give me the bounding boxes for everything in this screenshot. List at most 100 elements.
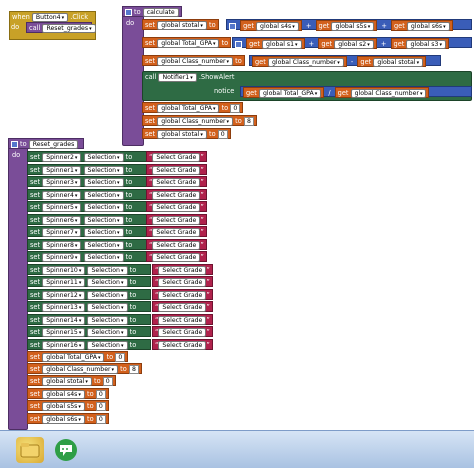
spinner-dropdown[interactable]: Spinner4▾ <box>42 190 82 200</box>
spinner-dropdown[interactable]: Spinner2▾ <box>42 153 82 162</box>
number-field[interactable]: 0 <box>217 130 228 139</box>
procedure-reset-grades[interactable] <box>8 138 28 430</box>
procedure-calculate[interactable] <box>122 6 144 146</box>
number-field[interactable]: 0 <box>115 353 126 362</box>
set-stotal-block[interactable]: set global stotal▾ to 0 <box>142 128 231 139</box>
property-dropdown[interactable]: Selection▾ <box>83 203 124 212</box>
text-field[interactable]: Select Grade <box>158 265 207 275</box>
set-spinner-selection-block[interactable]: set Spinner16▾ Selection▾ to <box>27 338 151 350</box>
text-field[interactable]: Select Grade <box>158 303 207 312</box>
variable-dropdown[interactable]: global stotal▾ <box>42 377 92 386</box>
property-dropdown[interactable]: Selection▾ <box>87 278 128 287</box>
property-dropdown[interactable]: Selection▾ <box>83 228 124 237</box>
set-spinner-selection-block[interactable]: set Spinner1▾ Selection▾ to <box>27 163 147 175</box>
spinner-dropdown[interactable]: Spinner15▾ <box>42 328 86 337</box>
call-reset-grades-block[interactable]: call Reset_grades▾ <box>26 22 96 33</box>
variable-dropdown[interactable]: global Class_number▾ <box>157 117 234 126</box>
set-spinner-selection-block[interactable]: set Spinner12▾ Selection▾ to <box>27 288 151 300</box>
text-string-block[interactable]: “Select Grade” <box>146 163 207 175</box>
variable-dropdown[interactable]: global s1▾ <box>262 40 302 49</box>
property-dropdown[interactable]: Selection▾ <box>87 340 128 350</box>
set-spinner-selection-block[interactable]: set Spinner13▾ Selection▾ to <box>27 301 151 312</box>
variable-dropdown[interactable]: global s6s▾ <box>406 22 450 31</box>
set-spinner-selection-block[interactable]: set Spinner5▾ Selection▾ to <box>27 201 147 212</box>
get-class-number-block[interactable]: get global Class_number▾ <box>334 87 430 98</box>
spinner-dropdown[interactable]: Spinner12▾ <box>42 290 86 300</box>
text-string-block[interactable]: “Select Grade” <box>146 226 207 237</box>
get-s1-block[interactable]: get global s1▾ <box>246 38 305 49</box>
mutator-icon[interactable] <box>229 22 236 30</box>
set-global-block[interactable]: set global s4s▾ to 0 <box>27 388 109 399</box>
property-dropdown[interactable]: Selection▾ <box>87 315 128 325</box>
mutator-icon[interactable] <box>11 140 18 148</box>
text-field[interactable]: Select Grade <box>152 178 201 187</box>
procedure-name-field[interactable]: calculate <box>142 8 179 17</box>
get-class-number-block[interactable]: get global Class_number▾ <box>252 56 347 67</box>
set-total-gpa-block[interactable]: set global Total_GPA▾ to <box>142 37 232 48</box>
text-string-block[interactable]: “Select Grade” <box>152 263 213 275</box>
variable-dropdown[interactable]: global stotal▾ <box>157 21 207 30</box>
set-global-block[interactable]: set global s5s▾ to 0 <box>27 400 109 411</box>
variable-dropdown[interactable]: global s3▾ <box>406 40 446 49</box>
text-field[interactable]: Select Grade <box>152 253 201 262</box>
text-field[interactable]: Select Grade <box>158 290 207 300</box>
set-spinner-selection-block[interactable]: set Spinner11▾ Selection▾ to <box>27 276 151 287</box>
property-dropdown[interactable]: Selection▾ <box>83 153 124 162</box>
divide-block[interactable]: get global Total_GPA▾ / get global Class… <box>240 86 472 98</box>
text-field[interactable]: Select Grade <box>158 315 207 325</box>
text-field[interactable]: Select Grade <box>152 228 201 237</box>
number-field[interactable]: 0 <box>230 104 241 113</box>
text-field[interactable]: Select Grade <box>152 215 201 225</box>
text-string-block[interactable]: “Select Grade” <box>146 251 207 262</box>
number-field[interactable]: 0 <box>102 377 113 386</box>
procedure-name-field[interactable]: Reset_grades <box>28 140 79 149</box>
component-dropdown[interactable]: Button4▾ <box>31 13 69 22</box>
spinner-dropdown[interactable]: Spinner1▾ <box>42 165 82 175</box>
variable-dropdown[interactable]: global stotal▾ <box>373 58 424 67</box>
text-string-block[interactable]: “Select Grade” <box>146 176 207 187</box>
set-spinner-selection-block[interactable]: set Spinner8▾ Selection▾ to <box>27 238 147 250</box>
text-string-block[interactable]: “Select Grade” <box>146 213 207 225</box>
variable-dropdown[interactable]: global Total_GPA▾ <box>42 353 105 362</box>
text-string-block[interactable]: “Select Grade” <box>146 188 207 200</box>
property-dropdown[interactable]: Selection▾ <box>83 215 124 225</box>
property-dropdown[interactable]: Selection▾ <box>83 178 124 187</box>
variable-dropdown[interactable]: global Total_GPA▾ <box>157 39 220 48</box>
variable-dropdown[interactable]: global Class_number▾ <box>157 57 234 66</box>
procedure-dropdown[interactable]: Reset_grades▾ <box>42 24 96 33</box>
spinner-dropdown[interactable]: Spinner8▾ <box>42 240 82 250</box>
variable-dropdown[interactable]: global s5s▾ <box>331 22 375 31</box>
get-s3-block[interactable]: get global s3▾ <box>390 38 449 49</box>
property-dropdown[interactable]: Selection▾ <box>87 265 128 275</box>
chrome-icon[interactable] <box>52 437 80 463</box>
set-class-number-block[interactable]: set global Class_number▾ to 8 <box>142 115 257 126</box>
text-string-block[interactable]: “Select Grade” <box>146 238 207 250</box>
add-block[interactable]: get global s4s▾ + get global s5s▾ + get … <box>226 19 472 31</box>
set-spinner-selection-block[interactable]: set Spinner14▾ Selection▾ to <box>27 313 151 325</box>
set-spinner-selection-block[interactable]: set Spinner9▾ Selection▾ to <box>27 251 147 262</box>
text-string-block[interactable]: “Select Grade” <box>146 151 207 162</box>
text-field[interactable]: Select Grade <box>152 153 201 162</box>
spinner-dropdown[interactable]: Spinner16▾ <box>42 340 86 350</box>
set-spinner-selection-block[interactable]: set Spinner4▾ Selection▾ to <box>27 188 147 200</box>
set-global-block[interactable]: set global s6s▾ to 0 <box>27 413 109 424</box>
get-stotal-block[interactable]: get global stotal▾ <box>357 56 427 67</box>
variable-dropdown[interactable]: global s2▾ <box>334 40 374 49</box>
variable-dropdown[interactable]: global s4s▾ <box>256 22 299 31</box>
text-string-block[interactable]: “Select Grade” <box>152 338 213 350</box>
property-dropdown[interactable]: Selection▾ <box>83 165 124 175</box>
spinner-dropdown[interactable]: Spinner14▾ <box>42 315 86 325</box>
set-class-number-block[interactable]: set global Class_number▾ to <box>142 55 245 66</box>
set-global-block[interactable]: set global Class_number▾ to 8 <box>27 363 142 374</box>
set-spinner-selection-block[interactable]: set Spinner10▾ Selection▾ to <box>27 263 151 275</box>
text-field[interactable]: Select Grade <box>158 328 207 337</box>
variable-dropdown[interactable]: global Total_GPA▾ <box>258 89 322 98</box>
text-field[interactable]: Select Grade <box>152 190 201 200</box>
property-dropdown[interactable]: Selection▾ <box>87 290 128 300</box>
spinner-dropdown[interactable]: Spinner9▾ <box>42 253 82 262</box>
variable-dropdown[interactable]: global stotal▾ <box>157 130 207 139</box>
get-s4s-block[interactable]: get global s4s▾ <box>240 20 302 31</box>
mutator-icon[interactable] <box>125 8 132 16</box>
text-string-block[interactable]: “Select Grade” <box>152 288 213 300</box>
text-string-block[interactable]: “Select Grade” <box>152 326 213 337</box>
